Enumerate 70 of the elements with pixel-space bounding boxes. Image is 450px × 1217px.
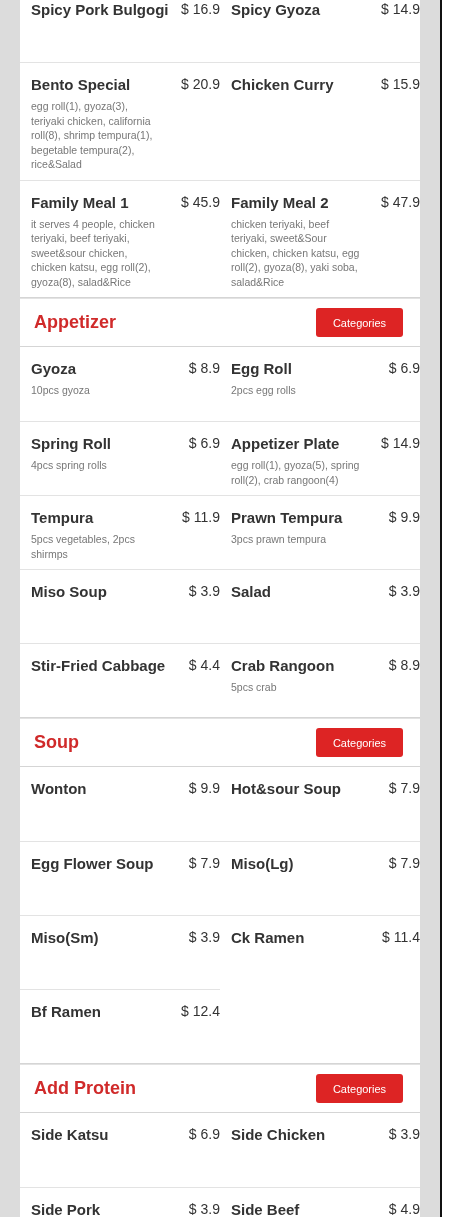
item-description: 10pcs gyoza xyxy=(31,383,91,398)
section-title: Appetizer xyxy=(34,312,116,333)
item-price: $ 6.9 xyxy=(388,360,420,378)
item-description: it serves 4 people, chicken teriyaki, beef teriyaki, sweet&sour chicken, chicken katsu, egg roll(2), gyoza(8), salad&Rice xyxy=(31,216,156,289)
item-price: $ 45.9 xyxy=(181,193,220,212)
item-price: $ 47.9 xyxy=(381,193,420,212)
item-price: $ 8.9 xyxy=(388,657,420,675)
item-name[interactable]: Egg Flower Soup xyxy=(31,855,185,872)
item-description: 5pcs crab xyxy=(231,680,278,695)
item-price: $ 7.9 xyxy=(388,780,420,798)
item-price: $ 6.9 xyxy=(188,435,220,453)
item-name[interactable]: Spring Roll xyxy=(31,435,185,452)
item-price: $ 3.9 xyxy=(188,929,220,947)
item-name[interactable]: Hot&sour Soup xyxy=(231,780,385,797)
item-name[interactable]: Chicken Curry xyxy=(231,76,378,93)
item-name[interactable]: Spicy Pork Bulgogi xyxy=(31,1,178,18)
item-name[interactable]: Ck Ramen xyxy=(231,929,379,946)
item-price: $ 8.9 xyxy=(188,360,220,378)
section-title: Add Protein xyxy=(34,1078,136,1099)
item-name[interactable]: Spicy Gyoza xyxy=(231,1,378,18)
section-title: Soup xyxy=(34,732,79,753)
item-name[interactable]: Bf Ramen xyxy=(31,1003,178,1020)
item-price: $ 20.9 xyxy=(181,76,220,94)
item-price: $ 3.9 xyxy=(188,583,220,601)
item-name[interactable]: Side Katsu xyxy=(31,1126,185,1143)
categories-button[interactable]: Categories xyxy=(316,1074,403,1103)
item-price: $ 11.4 xyxy=(382,929,420,947)
item-price: $ 3.9 xyxy=(188,1201,220,1217)
item-price: $ 7.9 xyxy=(188,855,220,873)
item-description: 4pcs spring rolls xyxy=(31,458,108,473)
item-name[interactable]: Egg Roll xyxy=(231,360,385,377)
item-name[interactable]: Tempura xyxy=(31,509,179,526)
item-price: $ 15.9 xyxy=(381,76,420,94)
item-description: 3pcs prawn tempura xyxy=(231,532,328,547)
item-description: egg roll(1), gyoza(5), spring roll(2), crab rangoon(4) xyxy=(231,458,361,487)
categories-button[interactable]: Categories xyxy=(316,728,403,757)
item-price: $ 9.9 xyxy=(188,780,220,798)
item-name[interactable]: Miso(Lg) xyxy=(231,855,385,872)
item-name[interactable]: Miso(Sm) xyxy=(31,929,185,946)
item-name[interactable]: Gyoza xyxy=(31,360,185,377)
item-price: $ 3.9 xyxy=(388,583,420,601)
item-price: $ 14.9 xyxy=(381,435,420,453)
item-description: chicken teriyaki, beef teriyaki, sweet&Sour chicken, chicken katsu, egg roll(2), gyoza(8), yaki soba, salad&Rice xyxy=(231,216,361,289)
item-name[interactable]: Wonton xyxy=(31,780,185,797)
item-price: $ 12.4 xyxy=(181,1003,220,1021)
item-name[interactable]: Crab Rangoon xyxy=(231,657,385,674)
item-description: egg roll(1), gyoza(3), teriyaki chicken, california roll(8), shrimp tempura(1), begetable tempura(2), rice&Salad xyxy=(31,99,154,172)
item-name[interactable]: Family Meal 2 xyxy=(231,193,378,211)
item-name[interactable]: Miso Soup xyxy=(31,583,185,600)
item-price: $ 7.9 xyxy=(388,855,420,873)
item-name[interactable]: Side Beef xyxy=(231,1201,385,1217)
item-name[interactable]: Prawn Tempura xyxy=(231,509,385,526)
item-price: $ 11.9 xyxy=(182,509,220,527)
item-price: $ 4.4 xyxy=(188,657,220,675)
item-price: $ 4.9 xyxy=(388,1201,420,1217)
item-description: 2pcs egg rolls xyxy=(231,383,297,398)
item-price: $ 3.9 xyxy=(388,1126,420,1144)
item-name[interactable]: Stir-Fried Cabbage xyxy=(31,657,185,674)
item-name[interactable]: Salad xyxy=(231,583,385,600)
item-price: $ 14.9 xyxy=(381,1,420,19)
item-price: $ 6.9 xyxy=(188,1126,220,1144)
item-name[interactable]: Family Meal 1 xyxy=(31,193,178,211)
item-name[interactable]: Bento Special xyxy=(31,76,178,93)
item-name[interactable]: Appetizer Plate xyxy=(231,435,378,452)
item-price: $ 9.9 xyxy=(388,509,420,527)
item-price: $ 16.9 xyxy=(181,1,220,19)
item-description: 5pcs vegetables, 2pcs shirmps xyxy=(31,532,136,561)
item-name[interactable]: Side Pork xyxy=(31,1201,185,1217)
categories-button[interactable]: Categories xyxy=(316,308,403,337)
item-name[interactable]: Side Chicken xyxy=(231,1126,385,1143)
